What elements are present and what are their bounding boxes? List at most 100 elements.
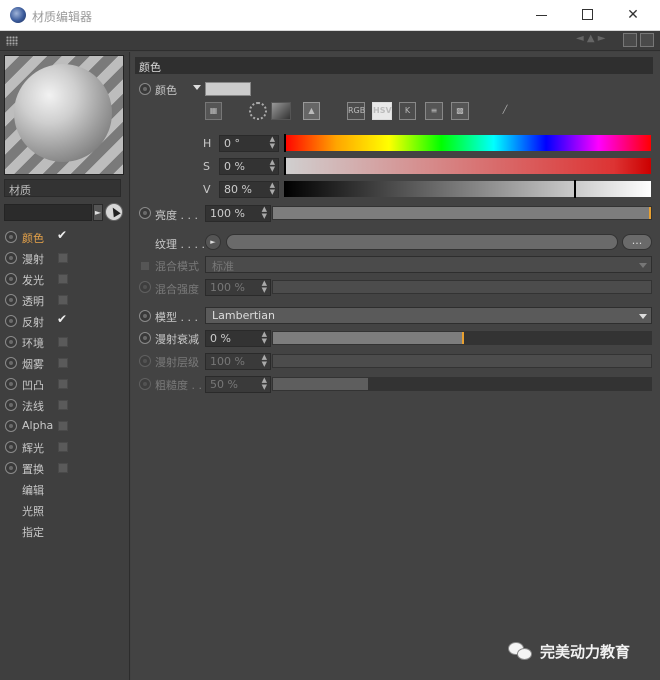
diffuse-level-input[interactable]: 100 % ▲ ▼ xyxy=(205,353,271,370)
image-icon[interactable]: ▲ xyxy=(303,102,320,120)
stepper-icon[interactable]: ▲ ▼ xyxy=(262,206,267,220)
channel-checkbox[interactable] xyxy=(58,421,68,431)
material-search-input[interactable] xyxy=(4,204,92,221)
channel-item[interactable]: 漫射 xyxy=(4,249,124,267)
texture-menu-button[interactable]: ► xyxy=(205,234,221,250)
channel-item[interactable]: 辉光 xyxy=(4,438,124,456)
roughness-anim-radio[interactable] xyxy=(139,378,151,390)
channel-anim-radio[interactable] xyxy=(5,231,17,243)
kelvin-mode-button[interactable]: K xyxy=(399,102,416,120)
stepper-icon[interactable]: ▲ ▼ xyxy=(270,136,275,150)
channel-anim-radio[interactable] xyxy=(5,462,17,474)
color-swatch[interactable] xyxy=(205,82,251,96)
channel-anim-radio[interactable] xyxy=(5,336,17,348)
channel-item[interactable]: 烟雾 xyxy=(4,354,124,372)
channel-anim-radio[interactable] xyxy=(5,420,17,432)
channel-item[interactable]: 颜色 ✔ xyxy=(4,228,124,246)
channel-anim-radio[interactable] xyxy=(5,378,17,390)
grip-icon[interactable] xyxy=(6,36,18,46)
rgb-mode-button[interactable]: RGB xyxy=(347,102,365,120)
lock-icon[interactable] xyxy=(623,33,637,47)
saturation-marker[interactable] xyxy=(284,157,286,175)
channel-anim-radio[interactable] xyxy=(5,252,17,264)
texture-browse-button[interactable]: ... xyxy=(622,234,652,250)
channel-checkbox[interactable] xyxy=(58,295,68,305)
texture-field[interactable] xyxy=(226,234,618,250)
channel-anim-radio[interactable] xyxy=(5,441,17,453)
cursor-pick-icon[interactable] xyxy=(105,203,123,221)
channel-checkbox[interactable] xyxy=(58,274,68,284)
channel-item[interactable]: 凹凸 xyxy=(4,375,124,393)
channel-anim-radio[interactable] xyxy=(5,273,17,285)
model-dropdown[interactable]: Lambertian xyxy=(205,307,652,324)
swatches-icon[interactable]: ▩ xyxy=(451,102,469,120)
stepper-icon[interactable]: ▲ ▼ xyxy=(262,354,267,368)
channel-item[interactable]: 透明 xyxy=(4,291,124,309)
sidebar-item[interactable]: 编辑 xyxy=(22,482,44,498)
value-marker[interactable] xyxy=(574,180,577,198)
color-anim-radio[interactable] xyxy=(139,83,151,95)
channel-checkbox[interactable] xyxy=(58,253,68,263)
stepper-icon[interactable]: ▲ ▼ xyxy=(262,280,267,294)
channel-anim-radio[interactable] xyxy=(5,357,17,369)
channel-anim-radio[interactable] xyxy=(5,399,17,411)
saturation-input[interactable]: 0 % ▲ ▼ xyxy=(219,158,279,175)
channel-checkbox[interactable] xyxy=(58,358,68,368)
hsv-mode-button[interactable]: HSV xyxy=(372,102,392,120)
channel-anim-radio[interactable] xyxy=(5,294,17,306)
minimize-button[interactable] xyxy=(518,0,564,31)
channel-checkbox[interactable]: ✔ xyxy=(57,228,67,242)
blend-strength-anim-radio[interactable] xyxy=(139,281,151,293)
mixer-icon[interactable]: ≡ xyxy=(425,102,443,120)
brightness-input[interactable]: 100 % ▲ ▼ xyxy=(205,205,271,222)
expand-arrow-button[interactable]: ► xyxy=(93,204,103,221)
channel-item[interactable]: 反射 ✔ xyxy=(4,312,124,330)
blend-mode-dropdown[interactable]: 标准 xyxy=(205,256,652,273)
channel-item[interactable]: 发光 xyxy=(4,270,124,288)
diffuse-falloff-input[interactable]: 0 % ▲ ▼ xyxy=(205,330,271,347)
close-button[interactable]: ✕ xyxy=(610,0,656,31)
maximize-button[interactable] xyxy=(564,0,610,31)
navigation-arrows-icon[interactable]: ◄ ▲ ► xyxy=(576,33,620,47)
model-anim-radio[interactable] xyxy=(139,310,151,322)
roughness-slider[interactable] xyxy=(272,377,652,391)
channel-item[interactable]: Alpha xyxy=(4,417,124,435)
channel-item[interactable]: 环境 xyxy=(4,333,124,351)
blend-strength-slider[interactable] xyxy=(272,280,652,294)
diffuse-level-slider[interactable] xyxy=(272,354,652,368)
material-name-field[interactable]: 材质 xyxy=(4,179,121,197)
saturation-slider[interactable] xyxy=(284,157,651,175)
channel-item[interactable]: 置换 xyxy=(4,459,124,477)
color-swatch-menu-icon[interactable] xyxy=(193,85,201,90)
channel-anim-radio[interactable] xyxy=(5,315,17,327)
material-preview[interactable] xyxy=(4,55,124,175)
color-wheel-icon[interactable] xyxy=(249,102,267,120)
brightness-slider[interactable] xyxy=(272,206,652,220)
hue-slider[interactable] xyxy=(284,134,651,152)
new-panel-icon[interactable] xyxy=(640,33,654,47)
stepper-icon[interactable]: ▲ ▼ xyxy=(270,182,275,196)
spectrum-icon[interactable]: ▦ xyxy=(205,102,222,120)
hue-input[interactable]: 0 ° ▲ ▼ xyxy=(219,135,279,152)
gradient-icon[interactable] xyxy=(271,102,291,120)
blend-strength-input[interactable]: 100 % ▲ ▼ xyxy=(205,279,271,296)
value-slider[interactable] xyxy=(284,180,651,198)
channel-checkbox[interactable] xyxy=(58,442,68,452)
stepper-icon[interactable]: ▲ ▼ xyxy=(262,331,267,345)
channel-item[interactable]: 法线 xyxy=(4,396,124,414)
diffuse-falloff-anim-radio[interactable] xyxy=(139,332,151,344)
channel-checkbox[interactable]: ✔ xyxy=(57,312,67,326)
channel-checkbox[interactable] xyxy=(58,400,68,410)
brightness-handle[interactable] xyxy=(649,207,651,219)
stepper-icon[interactable]: ▲ ▼ xyxy=(262,377,267,391)
roughness-input[interactable]: 50 % ▲ ▼ xyxy=(205,376,271,393)
eyedropper-icon[interactable]: ╱ xyxy=(498,102,512,120)
hue-marker[interactable] xyxy=(284,134,286,152)
channel-checkbox[interactable] xyxy=(58,379,68,389)
channel-checkbox[interactable] xyxy=(58,337,68,347)
diffuse-falloff-slider[interactable] xyxy=(272,331,652,345)
brightness-anim-radio[interactable] xyxy=(139,207,151,219)
channel-checkbox[interactable] xyxy=(58,463,68,473)
value-input[interactable]: 80 % ▲ ▼ xyxy=(219,181,279,198)
sidebar-item[interactable]: 指定 xyxy=(22,524,44,540)
